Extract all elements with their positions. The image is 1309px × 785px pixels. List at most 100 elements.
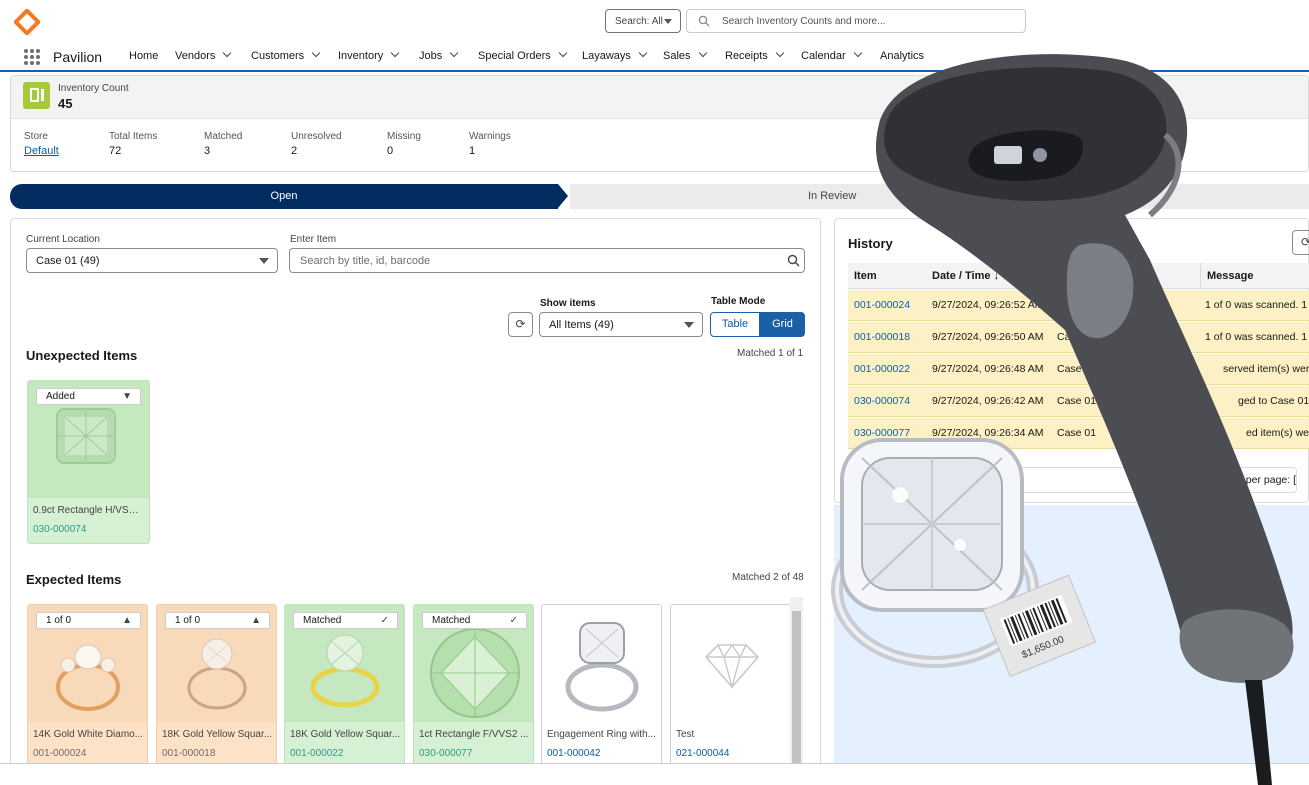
status-path: Open In Review xyxy=(10,184,1309,209)
table-mode-button[interactable]: Table xyxy=(710,312,760,337)
nav-item-layaways[interactable]: Layaways xyxy=(582,48,648,62)
item-id-link[interactable]: 030-000074 xyxy=(33,524,86,535)
bottom-strip xyxy=(0,763,1309,785)
enter-item-input[interactable]: Search by title, id, barcode xyxy=(289,248,805,273)
nav-item-receipts[interactable]: Receipts xyxy=(725,48,785,62)
table-mode-label: Table Mode xyxy=(711,296,766,307)
history-panel: History ⟳ Item Date / Time ↓ Message 001… xyxy=(834,218,1309,503)
chevron-down-icon[interactable] xyxy=(558,48,568,58)
chevron-down-icon xyxy=(664,19,672,24)
column-header-message[interactable]: Message xyxy=(1200,263,1309,289)
table-row: 001-000018 9/27/2024, 09:26:50 AM Cas 1 … xyxy=(848,322,1309,353)
global-search-input[interactable]: Search Inventory Counts and more... xyxy=(686,9,1026,33)
check-icon: ✓ xyxy=(380,615,389,626)
history-item-link[interactable]: 030-000077 xyxy=(854,427,910,439)
expected-items-title: Expected Items xyxy=(26,572,122,587)
per-page-selector[interactable]: per page: [ xyxy=(1246,474,1296,486)
unexpected-item-card[interactable]: Added ▼ 0.9ct Rectangle H/VS1 ... 030-00… xyxy=(27,380,150,544)
app-launcher-icon[interactable] xyxy=(24,49,40,65)
scrollbar-thumb[interactable] xyxy=(792,611,801,767)
chevron-down-icon[interactable] xyxy=(775,48,785,58)
item-id-link[interactable]: 001-000018 xyxy=(162,748,215,759)
unexpected-items-title: Unexpected Items xyxy=(26,348,138,363)
chevron-down-icon[interactable] xyxy=(450,48,459,58)
field-store: Store Default xyxy=(24,131,59,157)
history-refresh-button[interactable]: ⟳ xyxy=(1292,230,1309,255)
expected-item-card[interactable]: 1 of 0 ▲ 14K Gold White Diamo... 001-0000… xyxy=(27,604,148,767)
app-logo-icon[interactable] xyxy=(14,9,40,35)
column-header-datetime[interactable]: Date / Time ↓ xyxy=(926,263,1044,289)
search-icon xyxy=(698,15,710,27)
nav-item-inventory[interactable]: Inventory xyxy=(338,48,400,62)
expected-item-card[interactable]: Engagement Ring with... 001-000042 xyxy=(541,604,662,767)
ring-image xyxy=(187,638,247,710)
history-item-link[interactable]: 001-000022 xyxy=(854,363,910,375)
item-id-link[interactable]: 030-000077 xyxy=(419,748,472,759)
chevron-down-icon[interactable] xyxy=(223,48,232,58)
grid-mode-button[interactable]: Grid xyxy=(760,312,805,337)
path-step-in-review[interactable]: In Review xyxy=(570,184,1309,209)
path-step-open[interactable]: Open xyxy=(10,184,558,209)
refresh-button[interactable]: ⟳ xyxy=(508,312,533,337)
location-select[interactable]: Case 01 (49) xyxy=(26,248,278,273)
item-name: 14K Gold White Diamo... xyxy=(33,729,144,740)
item-id-link[interactable]: 001-000022 xyxy=(290,748,343,759)
expected-item-card[interactable]: 1 of 0 ▲ 18K Gold Yellow Squar... 001-000… xyxy=(156,604,277,767)
expected-item-card[interactable]: Test 021-000044 xyxy=(670,604,791,767)
column-header-item[interactable]: Item xyxy=(848,263,926,289)
caret-down-icon: ▼ xyxy=(122,391,132,402)
chevron-down-icon[interactable] xyxy=(698,48,707,58)
warning-icon: ▲ xyxy=(122,615,132,626)
history-location: Case 01 xyxy=(1057,395,1097,407)
history-pager: per page: [ xyxy=(848,467,1297,493)
enter-item-label: Enter Item xyxy=(290,234,337,245)
diamond-image xyxy=(430,628,520,718)
column-header-location[interactable] xyxy=(1044,263,1200,289)
nav-item-analytics[interactable]: Analytics xyxy=(880,50,924,62)
history-location: Cas xyxy=(1057,331,1076,343)
item-status-badge: 1 of 0 ▲ xyxy=(36,612,141,629)
expected-item-card[interactable]: Matched ✓ 18K Gold Yellow Squar... 001-00… xyxy=(284,604,405,767)
chevron-down-icon[interactable] xyxy=(638,48,648,58)
search-scope-dropdown[interactable]: Search: All xyxy=(605,9,681,33)
nav-item-calendar[interactable]: Calendar xyxy=(801,48,862,62)
item-status-badge: Matched ✓ xyxy=(293,612,398,629)
item-id-link[interactable]: 001-000024 xyxy=(33,748,86,759)
item-id-link[interactable]: 001-000042 xyxy=(547,748,600,759)
show-items-select[interactable]: All Items (49) xyxy=(539,312,703,337)
cards-scrollbar[interactable] xyxy=(790,597,803,767)
ring-image xyxy=(56,644,120,711)
nav-item-special-orders[interactable]: Special Orders xyxy=(478,48,568,62)
item-id-link[interactable]: 021-000044 xyxy=(676,748,729,759)
nav-item-sales[interactable]: Sales xyxy=(663,48,707,62)
history-item-link[interactable]: 001-000024 xyxy=(854,299,910,311)
record-header: Inventory Count 45 Store Default Total I… xyxy=(10,75,1309,172)
nav-item-home[interactable]: Home xyxy=(129,50,158,62)
item-status-badge: 1 of 0 ▲ xyxy=(165,612,270,629)
refresh-icon: ⟳ xyxy=(1301,235,1309,249)
current-location-label: Current Location xyxy=(26,234,100,245)
history-datetime: 9/27/2024, 09:26:52 AM xyxy=(932,299,1044,311)
chevron-down-icon xyxy=(684,322,694,328)
inventory-count-icon xyxy=(23,82,50,109)
history-item-link[interactable]: 001-000018 xyxy=(854,331,910,343)
item-status-dropdown[interactable]: Added ▼ xyxy=(36,388,141,405)
nav-item-jobs[interactable]: Jobs xyxy=(419,48,459,62)
search-icon[interactable] xyxy=(787,254,800,267)
nav-item-customers[interactable]: Customers xyxy=(251,48,321,62)
history-location: Case xyxy=(1057,363,1082,375)
chevron-down-icon[interactable] xyxy=(853,48,862,58)
history-item-link[interactable]: 030-000074 xyxy=(854,395,910,407)
field-warnings: Warnings 1 xyxy=(469,131,511,157)
background-panel xyxy=(834,505,1309,767)
chevron-down-icon[interactable] xyxy=(391,48,400,58)
nav-item-vendors[interactable]: Vendors xyxy=(175,48,232,62)
store-link[interactable]: Default xyxy=(24,145,59,157)
history-datetime: 9/27/2024, 09:26:42 AM xyxy=(932,395,1044,407)
item-image xyxy=(542,605,661,722)
chevron-down-icon[interactable] xyxy=(311,48,321,58)
item-status-badge: Matched ✓ xyxy=(422,612,527,629)
history-message: served item(s) were xyxy=(1223,363,1309,375)
expected-item-card[interactable]: Matched ✓ 1ct Rectangle F/VVS2 ... 030-00… xyxy=(413,604,534,767)
show-items-label: Show items xyxy=(540,298,596,309)
